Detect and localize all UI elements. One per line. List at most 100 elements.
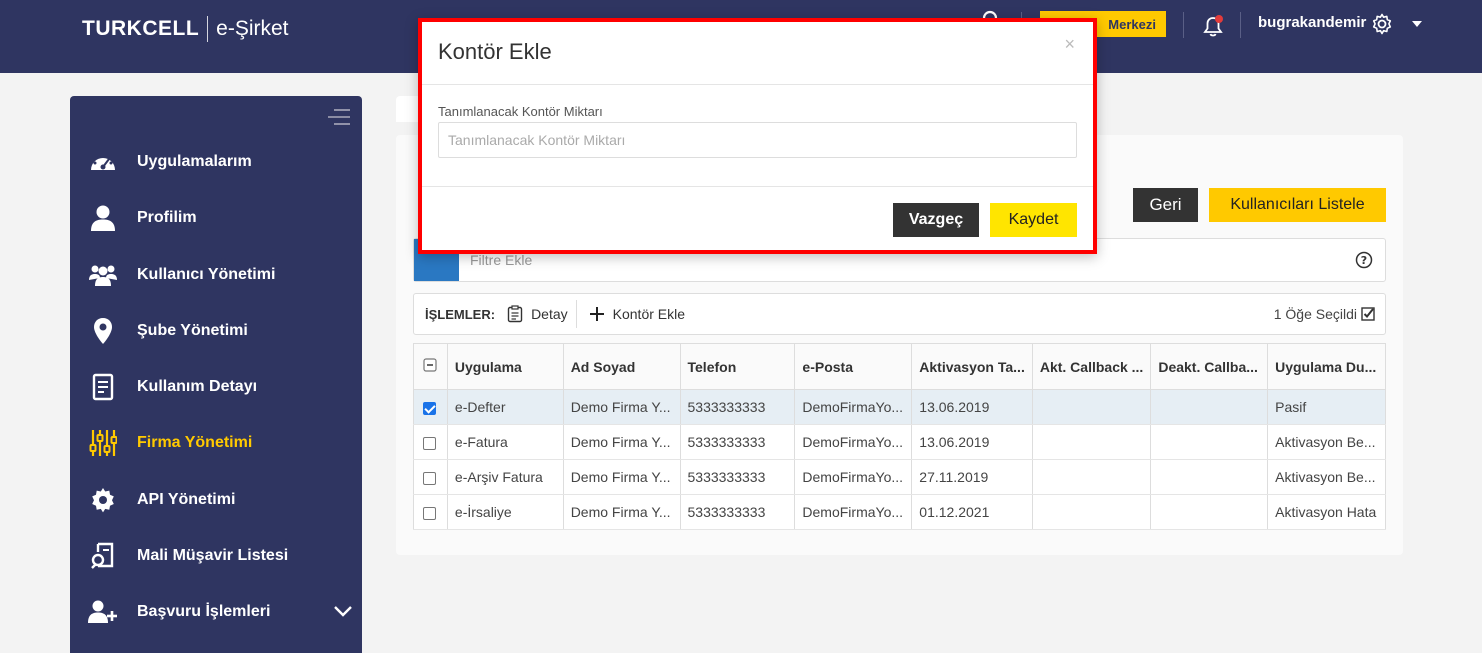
modal-header: Kontör Ekle ×	[422, 22, 1093, 85]
sidebar-item-applications[interactable]: Uygulamalarım	[70, 142, 362, 182]
back-button[interactable]: Geri	[1133, 188, 1198, 222]
row-checkbox[interactable]	[423, 436, 436, 450]
table-cell: Aktivasyon Hata	[1267, 494, 1386, 530]
table-cell	[1150, 424, 1269, 460]
row-select-cell[interactable]	[413, 389, 448, 425]
logo-brand: TURKCELL	[82, 17, 200, 40]
save-button[interactable]: Kaydet	[990, 203, 1077, 237]
column-header[interactable]: Uygulama Du...	[1267, 343, 1386, 390]
table-header-row: Uygulama Ad Soyad Telefon e-Posta Aktiva…	[413, 343, 1386, 390]
user-icon	[88, 203, 118, 233]
table-cell: e-Arşiv Fatura	[447, 459, 564, 495]
table-cell	[1150, 459, 1269, 495]
notification-bell-icon[interactable]	[1200, 13, 1226, 39]
gear-icon	[88, 485, 118, 515]
logo-divider	[207, 16, 209, 42]
table-row[interactable]: e-Defter Demo Firma Y... 5333333333 DemoFir…	[413, 389, 1386, 425]
table-cell: e-Fatura	[447, 424, 564, 460]
sidebar-item-label: Kullanım Detayı	[137, 378, 258, 395]
table-row[interactable]: e-İrsaliye Demo Firma Y... 5333333333 DemoF…	[413, 494, 1386, 530]
sidebar-item-label: Şube Yönetimi	[137, 322, 248, 339]
selection-count-text: 1 Öğe Seçildi	[1273, 306, 1357, 322]
column-header[interactable]: Deakt. Callba...	[1150, 343, 1269, 390]
sidebar-item-usage-detail[interactable]: Kullanım Detayı	[70, 367, 362, 407]
row-checkbox[interactable]	[423, 401, 436, 415]
table-cell: Demo Firma Y...	[563, 389, 681, 425]
map-pin-icon	[88, 316, 118, 346]
table-cell: 13.06.2019	[911, 389, 1033, 425]
contract-icon	[88, 541, 118, 571]
sidebar-item-label: Uygulamalarım	[137, 153, 252, 170]
operations-label: İŞLEMLER:	[425, 306, 496, 322]
sidebar-item-profile[interactable]: Profilim	[70, 198, 362, 238]
cancel-button[interactable]: Vazgeç	[893, 203, 979, 237]
table-cell: 01.12.2021	[911, 494, 1033, 530]
column-header[interactable]: Akt. Callback ...	[1032, 343, 1152, 390]
sidebar: Uygulamalarım Profilim Kullanıcı Yönetim…	[70, 96, 362, 653]
sidebar-item-label: Kullanıcı Yönetimi	[137, 266, 276, 283]
column-header[interactable]: Aktivasyon Ta...	[911, 343, 1033, 390]
modal-body: Tanımlanacak Kontör Miktarı	[422, 85, 1093, 187]
row-select-cell[interactable]	[413, 424, 448, 460]
logo-product: e-Şirket	[216, 17, 289, 40]
table-cell	[1032, 494, 1152, 530]
sidebar-item-label: API Yönetimi	[137, 491, 236, 508]
sidebar-item-label: Mali Müşavir Listesi	[137, 547, 289, 564]
table-cell: Aktivasyon Be...	[1267, 424, 1386, 460]
table-cell	[1150, 494, 1269, 530]
settings-gear-icon[interactable]	[1370, 12, 1394, 36]
clipboard-icon	[507, 305, 523, 323]
close-icon[interactable]: ×	[1064, 34, 1075, 55]
add-credit-button[interactable]: Kontör Ekle	[589, 306, 685, 322]
username-label[interactable]: bugrakandemir	[1258, 14, 1366, 31]
sidebar-item-api-management[interactable]: API Yönetimi	[70, 480, 362, 520]
plus-icon	[589, 307, 604, 321]
row-checkbox[interactable]	[423, 506, 436, 520]
turkcell-logo[interactable]: TURKCELL e-Şirket	[82, 14, 289, 44]
document-icon	[88, 372, 118, 402]
select-all-cell[interactable]	[413, 343, 448, 390]
column-header[interactable]: Telefon	[680, 343, 796, 390]
table-cell	[1032, 424, 1152, 460]
column-header[interactable]: Ad Soyad	[563, 343, 681, 390]
column-header[interactable]: e-Posta	[794, 343, 913, 390]
sidebar-item-applications-process[interactable]: Başvuru İşlemleri	[70, 592, 362, 632]
sidebar-item-company-management[interactable]: Firma Yönetimi	[70, 423, 362, 463]
help-icon[interactable]: ?	[1355, 251, 1373, 269]
table-cell: DemoFirmaYo...	[794, 494, 913, 530]
detail-button[interactable]: Detay	[507, 305, 568, 323]
table-cell: Aktivasyon Be...	[1267, 459, 1386, 495]
chevron-down-icon[interactable]	[334, 604, 352, 618]
menu-toggle-icon[interactable]	[328, 108, 350, 126]
credit-amount-input[interactable]	[438, 122, 1077, 158]
column-header[interactable]: Uygulama	[447, 343, 564, 390]
users-icon	[88, 260, 118, 290]
list-users-button[interactable]: Kullanıcıları Listele	[1209, 188, 1386, 222]
modal-footer: Vazgeç Kaydet	[422, 187, 1093, 250]
table-cell: 5333333333	[680, 459, 796, 495]
table-cell	[1150, 389, 1269, 425]
table-cell: e-İrsaliye	[447, 494, 564, 530]
filter-placeholder: Filtre Ekle	[470, 252, 533, 268]
table-row[interactable]: e-Arşiv Fatura Demo Firma Y... 5333333333 D…	[413, 459, 1386, 495]
sidebar-item-user-management[interactable]: Kullanıcı Yönetimi	[70, 255, 362, 295]
table-cell: 5333333333	[680, 424, 796, 460]
add-credit-label: Kontör Ekle	[612, 306, 686, 322]
table-cell: 13.06.2019	[911, 424, 1033, 460]
checkbox-checked-icon	[1361, 307, 1375, 321]
detail-label: Detay	[531, 306, 568, 322]
select-all-checkbox[interactable]	[423, 358, 437, 372]
row-select-cell[interactable]	[413, 459, 448, 495]
table-cell: Pasif	[1267, 389, 1386, 425]
operations-bar: İŞLEMLER: Detay Kontör Ekle 1 Öğe Seçild…	[413, 293, 1386, 335]
row-select-cell[interactable]	[413, 494, 448, 530]
table-row[interactable]: e-Fatura Demo Firma Y... 5333333333 DemoFir…	[413, 424, 1386, 460]
row-checkbox[interactable]	[423, 471, 436, 485]
applications-table: Uygulama Ad Soyad Telefon e-Posta Aktiva…	[413, 343, 1386, 530]
sidebar-item-branch-management[interactable]: Şube Yönetimi	[70, 311, 362, 351]
table-cell: DemoFirmaYo...	[794, 389, 913, 425]
chevron-down-icon[interactable]	[1411, 20, 1423, 28]
sidebar-item-accountant-list[interactable]: Mali Müşavir Listesi	[70, 536, 362, 576]
sidebar-item-label: Firma Yönetimi	[137, 434, 253, 451]
navbar-divider	[1183, 12, 1184, 38]
